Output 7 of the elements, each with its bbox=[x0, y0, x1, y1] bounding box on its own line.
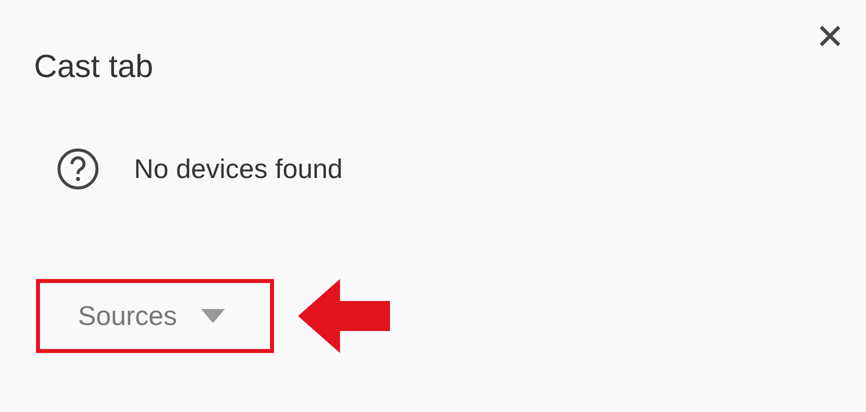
dialog-title: Cast tab bbox=[34, 48, 154, 85]
caret-icon bbox=[201, 309, 226, 323]
close-icon[interactable] bbox=[818, 24, 842, 48]
status-message: No devices found bbox=[134, 154, 343, 184]
sources-button[interactable]: Sources bbox=[78, 300, 226, 332]
help-icon bbox=[56, 147, 100, 191]
arrow-icon bbox=[298, 279, 390, 353]
